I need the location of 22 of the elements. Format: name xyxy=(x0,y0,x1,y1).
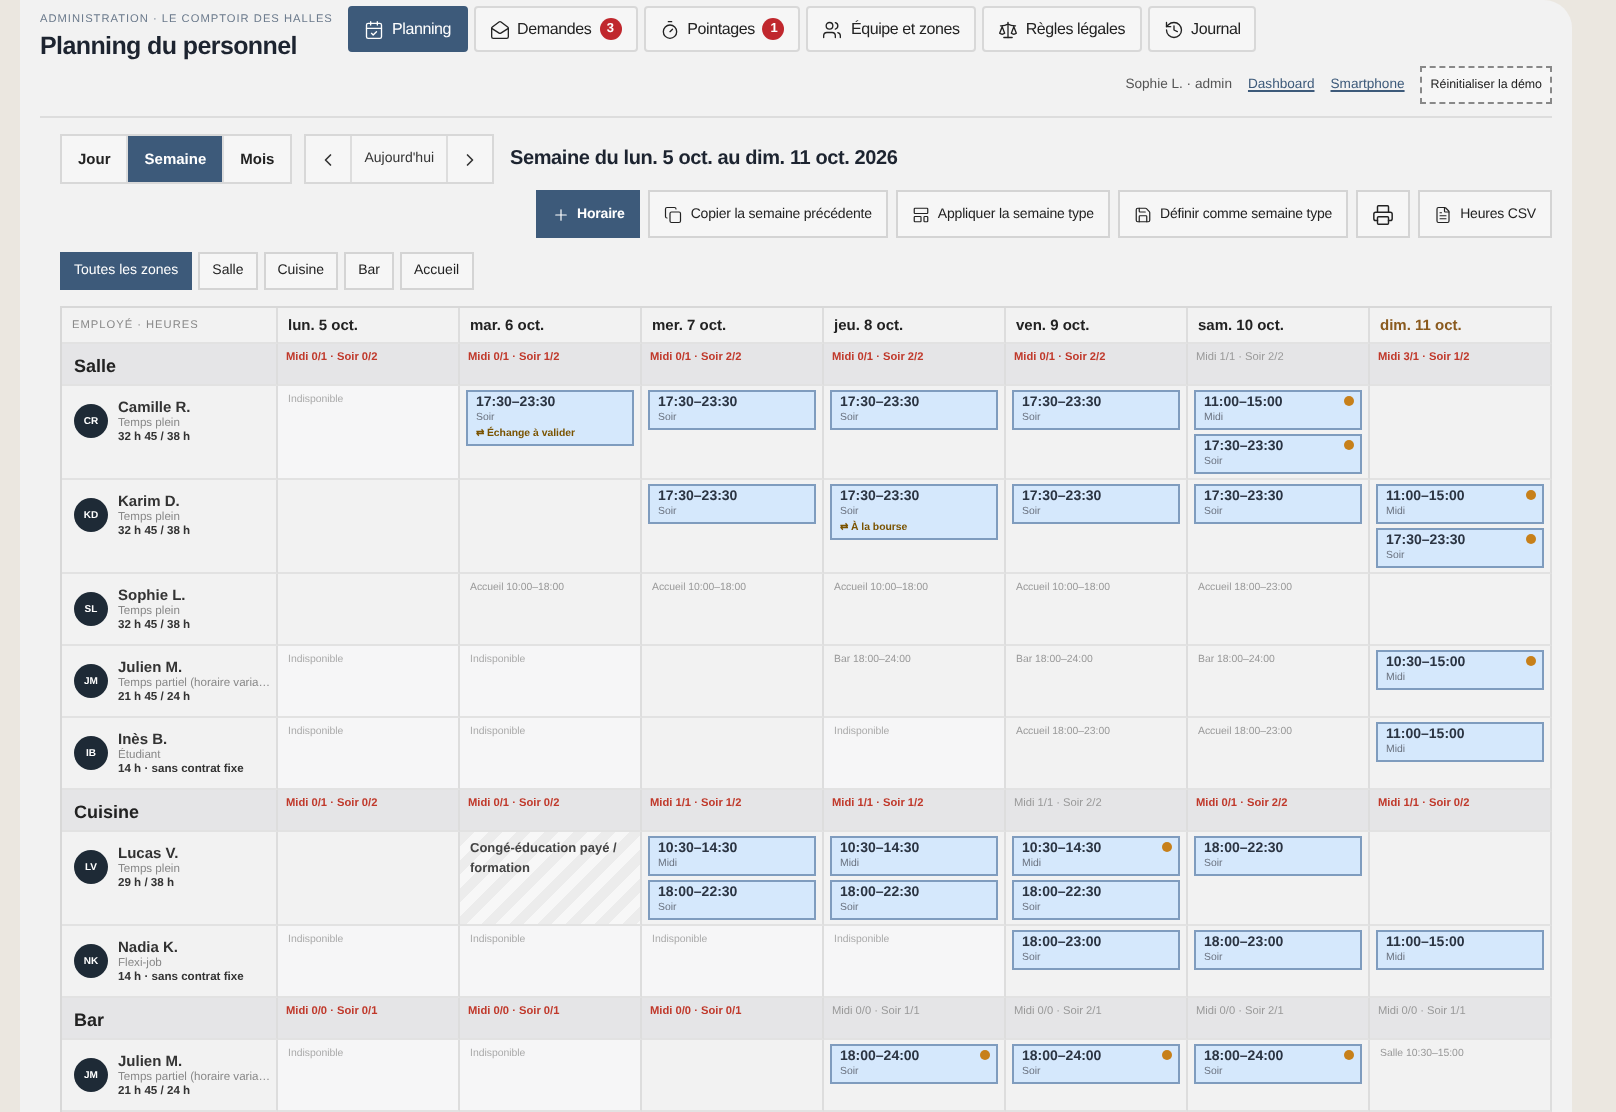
tab-icon xyxy=(997,19,1018,39)
tab-icon xyxy=(489,19,510,39)
nav-tab[interactable]: Règles légales xyxy=(981,6,1142,52)
print-button[interactable] xyxy=(1356,190,1411,238)
page-title: Planning du personnel xyxy=(40,32,299,60)
copy-icon xyxy=(664,205,683,223)
nav-tab[interactable]: Journal xyxy=(1147,6,1257,52)
tab-icon xyxy=(364,19,384,39)
printer-icon xyxy=(1372,203,1395,225)
nav-tab[interactable]: Planning xyxy=(348,6,468,52)
tab-icon xyxy=(1163,19,1184,39)
layout-icon xyxy=(911,205,930,223)
tab-icon xyxy=(659,19,680,39)
plus-icon xyxy=(551,205,570,223)
nav-tab[interactable]: Équipe et zones xyxy=(806,6,976,52)
zone-name: Cuisine xyxy=(72,800,142,822)
save-icon xyxy=(1133,205,1152,223)
week-title: Semaine du lun. 5 oct. au dim. 11 oct. 2026 xyxy=(510,148,898,170)
zone-name: Bar xyxy=(72,1008,107,1030)
file-icon xyxy=(1434,205,1453,223)
zone-name: Salle xyxy=(72,354,119,376)
tab-icon xyxy=(822,19,843,39)
